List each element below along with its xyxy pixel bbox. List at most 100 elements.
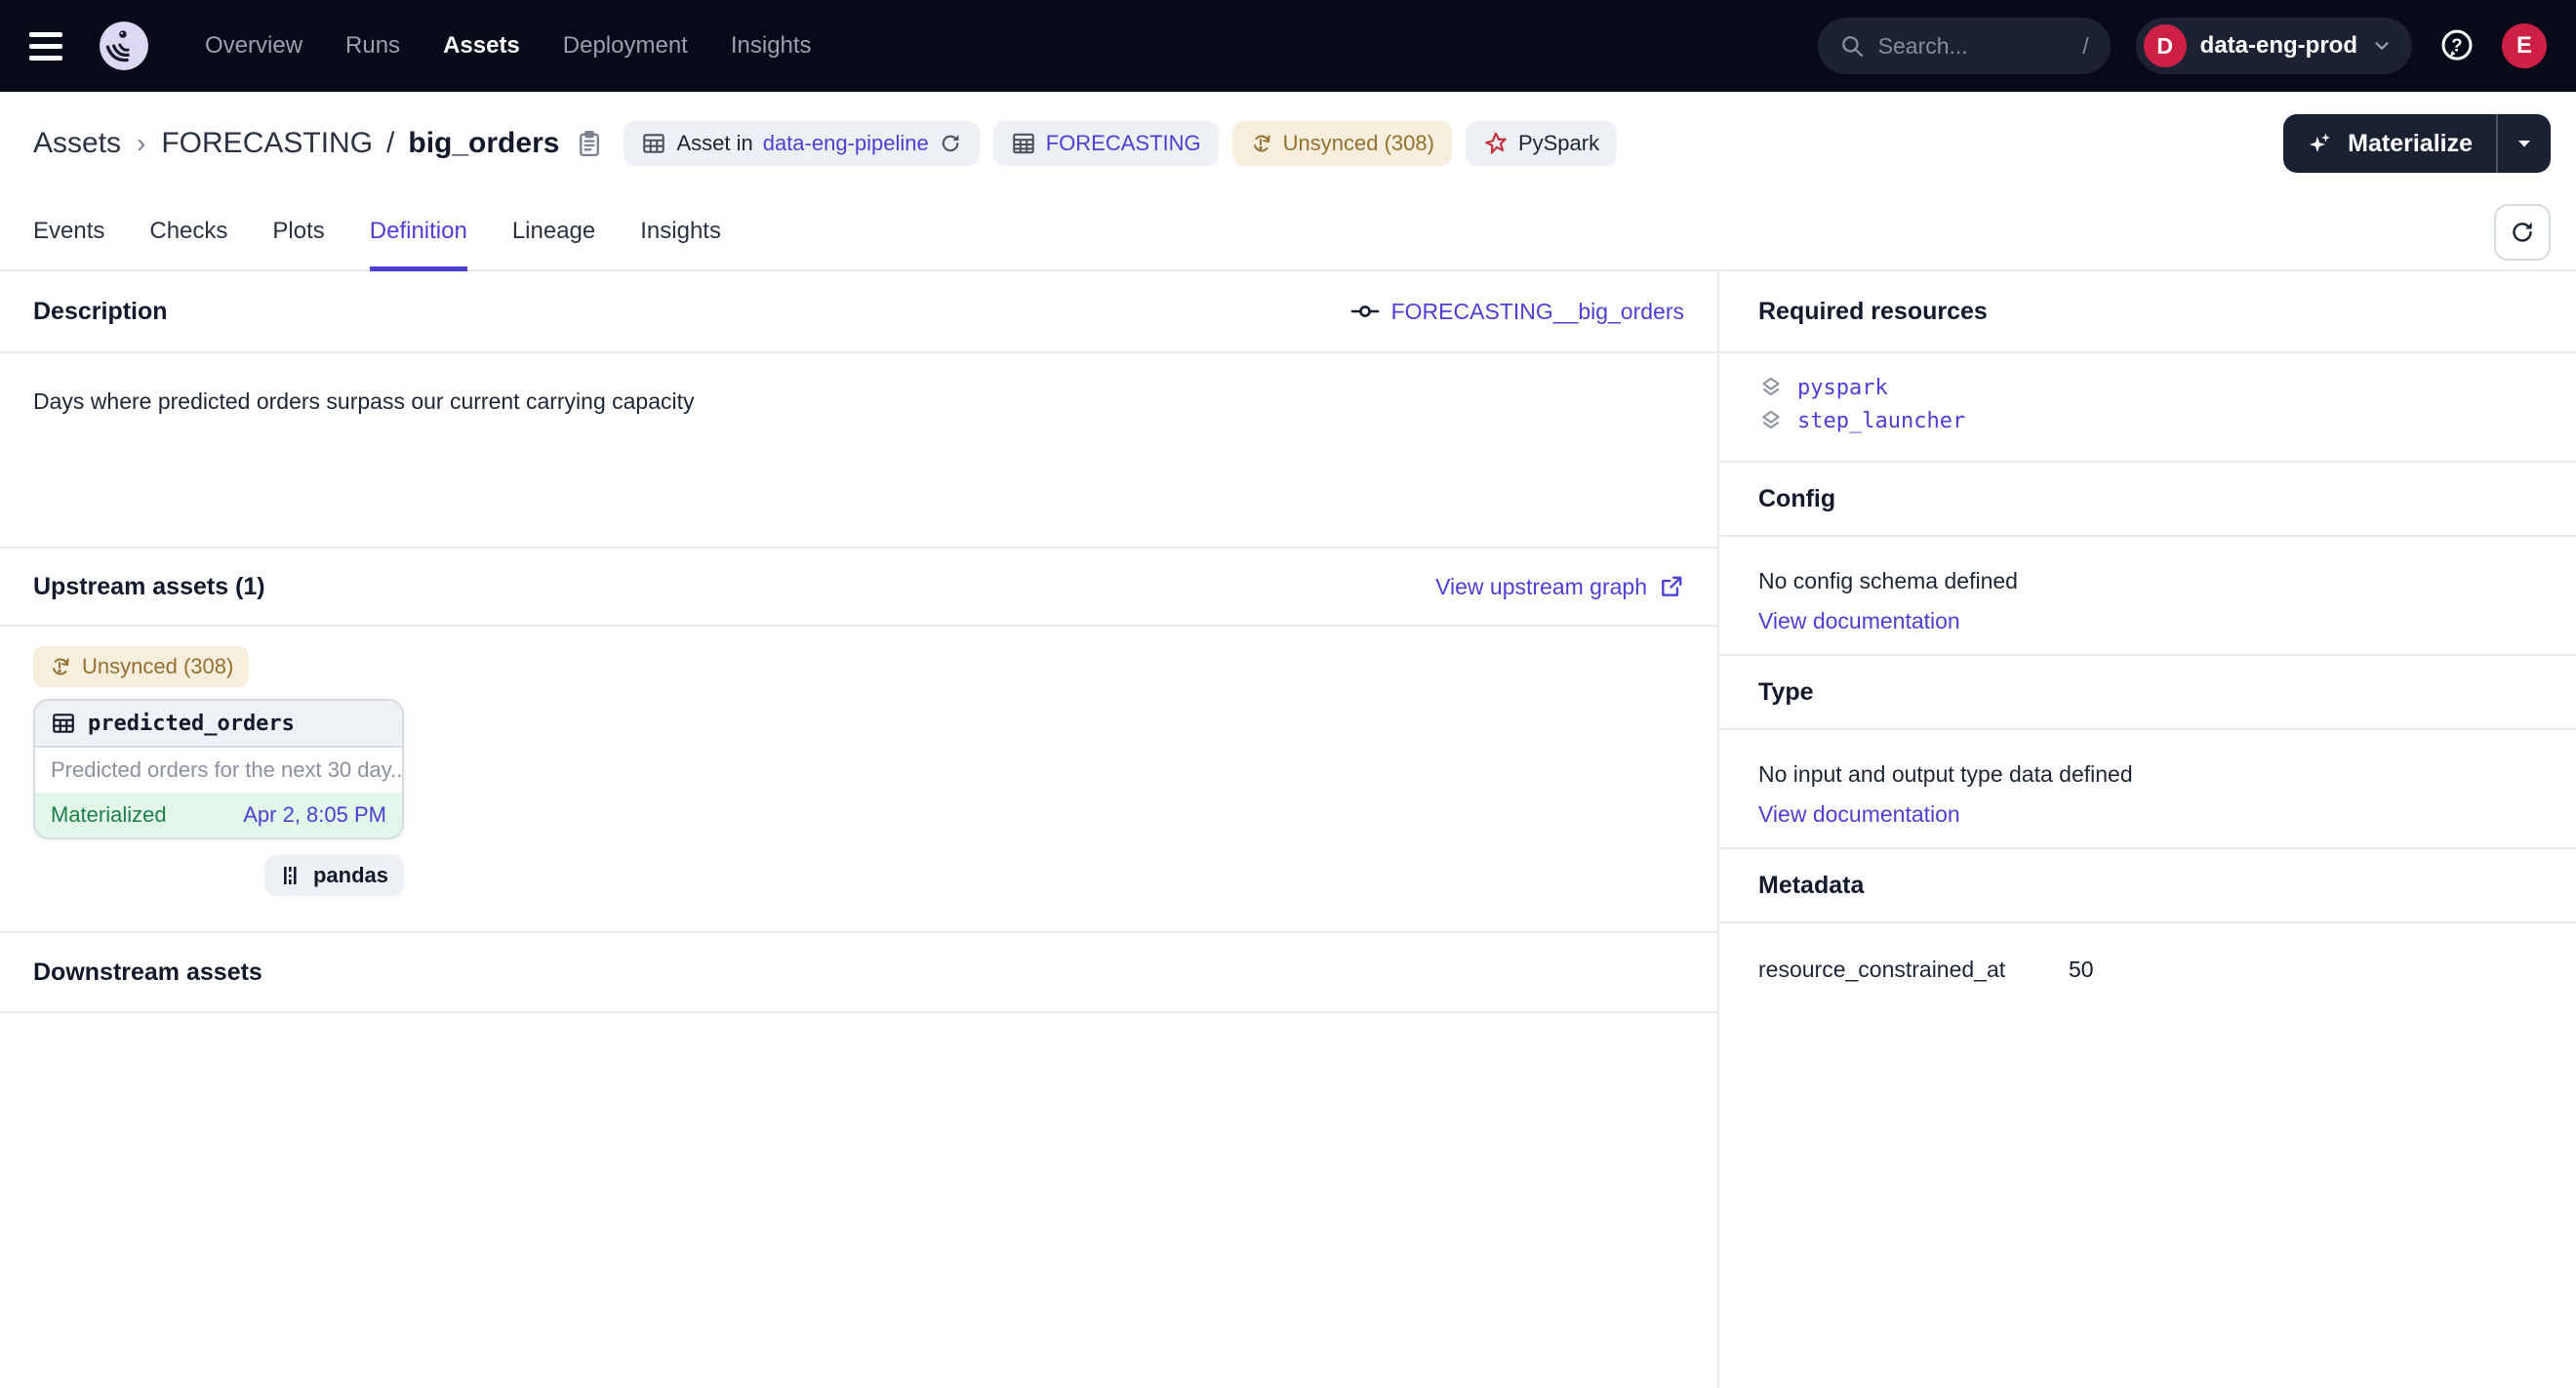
metadata-row: resource_constrained_at 50 <box>1758 957 2537 983</box>
description-text: Days where predicted orders surpass our … <box>0 353 1717 547</box>
grid-icon <box>1011 131 1036 156</box>
top-navbar: Overview Runs Assets Deployment Insights… <box>0 0 2576 92</box>
asset-card-header: predicted_orders <box>35 701 402 748</box>
tab-insights[interactable]: Insights <box>640 195 721 271</box>
materialize-dropdown-button[interactable] <box>2498 114 2551 173</box>
breadcrumb-separator: › <box>135 128 147 159</box>
external-link-icon <box>1659 574 1684 599</box>
type-body: No input and output type data defined Vi… <box>1719 730 2576 847</box>
asset-in-job-tag[interactable]: Asset in data-eng-pipeline <box>624 121 979 166</box>
spark-icon <box>1483 131 1509 156</box>
materialize-button[interactable]: Materialize <box>2283 114 2496 173</box>
upstream-unsynced-tag[interactable]: Unsynced (308) <box>33 646 249 687</box>
metadata-table: resource_constrained_at 50 <box>1719 923 2576 983</box>
pandas-icon <box>280 864 303 887</box>
asset-in-label: Asset in <box>676 131 752 156</box>
svg-text:?: ? <box>2451 35 2462 56</box>
config-docs-link[interactable]: View documentation <box>1758 608 1960 634</box>
resource-layers-icon <box>1758 375 1784 400</box>
pipeline-link[interactable]: data-eng-pipeline <box>763 131 929 156</box>
config-empty-text: No config schema defined <box>1758 568 2537 594</box>
upstream-section-header: Upstream assets (1) View upstream graph <box>0 547 1717 627</box>
pyspark-kind-tag[interactable]: PySpark <box>1466 121 1617 166</box>
resource-item-step-launcher[interactable]: step_launcher <box>1758 408 2537 433</box>
upstream-assets-area: Unsynced (308) predicted_orders Predicte… <box>0 627 1717 931</box>
upstream-asset-card[interactable]: predicted_orders Predicted orders for th… <box>33 699 404 839</box>
asset-card-description: Predicted orders for the next 30 day... <box>35 748 402 793</box>
tab-definition[interactable]: Definition <box>370 195 467 271</box>
nav-insights[interactable]: Insights <box>731 32 812 60</box>
pandas-kind-tag[interactable]: pandas <box>264 855 404 896</box>
page-title: big_orders <box>408 127 559 160</box>
view-upstream-graph-link[interactable]: View upstream graph <box>1435 574 1684 600</box>
hamburger-menu-icon[interactable] <box>29 24 72 67</box>
definition-sidebar: Required resources pyspark step_launcher… <box>1719 271 2576 1388</box>
type-docs-link[interactable]: View documentation <box>1758 801 1960 828</box>
dagster-logo-icon[interactable] <box>98 20 150 72</box>
materialize-split-button: Materialize <box>2283 114 2551 173</box>
asset-tabs: Events Checks Plots Definition Lineage I… <box>0 195 2576 271</box>
breadcrumb-group[interactable]: FORECASTING <box>161 127 373 160</box>
resource-item-pyspark[interactable]: pyspark <box>1758 375 2537 400</box>
unsynced-tag[interactable]: Unsynced (308) <box>1232 121 1452 166</box>
description-title: Description <box>33 298 168 326</box>
search-box[interactable]: / <box>1818 18 2111 74</box>
pyspark-tag-label: PySpark <box>1518 131 1599 156</box>
type-header: Type <box>1719 654 2576 730</box>
breadcrumb-path-separator: / <box>386 127 394 160</box>
config-header: Config <box>1719 461 2576 537</box>
nav-overview[interactable]: Overview <box>205 32 302 60</box>
help-icon[interactable]: ? <box>2437 26 2476 65</box>
user-avatar[interactable]: E <box>2502 23 2547 68</box>
search-input[interactable] <box>1878 33 2070 60</box>
asset-card-status-row: Materialized Apr 2, 8:05 PM <box>35 793 402 837</box>
group-tag-label: FORECASTING <box>1046 131 1201 156</box>
type-empty-text: No input and output type data defined <box>1758 761 2537 788</box>
tab-checks[interactable]: Checks <box>149 195 227 271</box>
upstream-graph-link-label: View upstream graph <box>1435 574 1647 600</box>
materialize-label: Materialize <box>2348 130 2473 158</box>
metadata-key: resource_constrained_at <box>1758 957 2069 983</box>
nav-deployment[interactable]: Deployment <box>563 32 688 60</box>
upstream-unsynced-label: Unsynced (308) <box>82 654 233 679</box>
upstream-title: Upstream assets (1) <box>33 573 265 601</box>
op-graph-icon <box>1350 297 1380 326</box>
downstream-section-header: Downstream assets <box>0 931 1717 1013</box>
nav-assets[interactable]: Assets <box>443 32 520 60</box>
definition-left-column: Description FORECASTING__big_orders Days… <box>0 271 1719 1388</box>
copy-clipboard-icon[interactable] <box>575 129 604 158</box>
materialization-timestamp-link[interactable]: Apr 2, 8:05 PM <box>243 802 386 828</box>
sync-alert-icon <box>49 655 72 678</box>
deployment-name: data-eng-prod <box>2200 32 2357 60</box>
metadata-title: Metadata <box>1758 872 1864 900</box>
nav-runs[interactable]: Runs <box>345 32 400 60</box>
type-title: Type <box>1758 678 1814 707</box>
primary-nav: Overview Runs Assets Deployment Insights <box>205 32 812 60</box>
sync-alert-icon <box>1250 132 1273 155</box>
description-section-header: Description FORECASTING__big_orders <box>0 271 1717 353</box>
chevron-down-icon <box>2371 35 2393 57</box>
refresh-icon[interactable] <box>939 132 962 155</box>
table-icon <box>51 711 76 736</box>
page-refresh-button[interactable] <box>2494 204 2551 261</box>
job-link[interactable]: FORECASTING__big_orders <box>1350 297 1684 326</box>
tab-events[interactable]: Events <box>33 195 104 271</box>
search-icon <box>1839 33 1865 59</box>
config-body: No config schema defined View documentat… <box>1719 537 2576 654</box>
required-resources-header: Required resources <box>1719 271 2576 353</box>
asset-header-row: Assets › FORECASTING / big_orders Asset … <box>0 92 2576 195</box>
deployment-switcher[interactable]: D data-eng-prod <box>2136 18 2412 74</box>
tab-plots[interactable]: Plots <box>272 195 324 271</box>
config-title: Config <box>1758 485 1835 513</box>
group-tag[interactable]: FORECASTING <box>993 121 1219 166</box>
breadcrumb-assets[interactable]: Assets <box>33 127 121 160</box>
deployment-badge: D <box>2144 24 2187 67</box>
metadata-value: 50 <box>2069 957 2094 983</box>
job-link-label: FORECASTING__big_orders <box>1391 299 1684 325</box>
tab-lineage[interactable]: Lineage <box>512 195 595 271</box>
downstream-title: Downstream assets <box>33 959 262 987</box>
table-icon <box>641 131 666 156</box>
resource-link-label: pyspark <box>1797 376 1888 400</box>
resource-link-label: step_launcher <box>1797 409 1965 433</box>
asset-card-name: predicted_orders <box>88 712 295 736</box>
